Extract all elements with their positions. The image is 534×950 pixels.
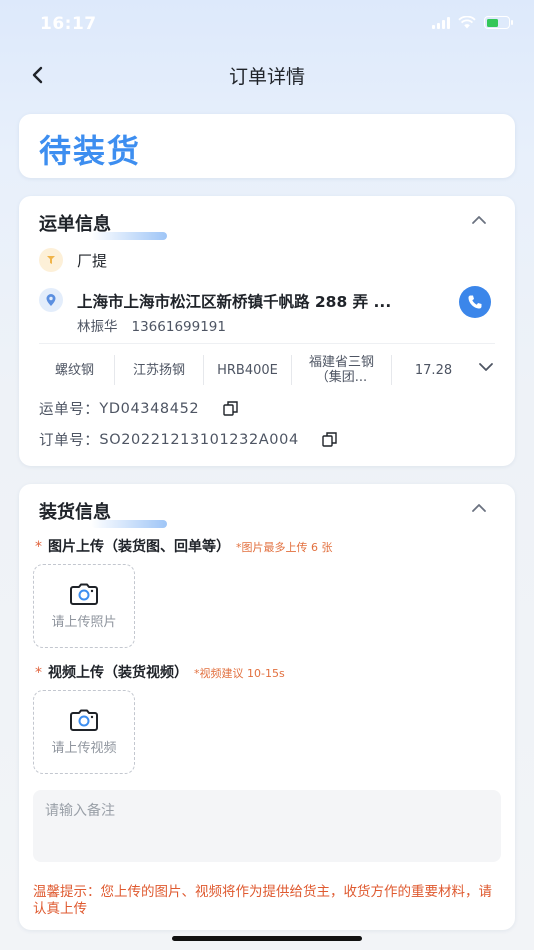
- order-status: 待装货: [39, 132, 142, 170]
- spec-item: 江苏扬钢: [115, 355, 204, 385]
- waybill-collapse-button[interactable]: [467, 208, 491, 232]
- spec-item: 螺纹钢: [35, 355, 115, 385]
- signal-icon: [432, 16, 450, 29]
- wifi-icon: [458, 16, 476, 29]
- copy-waybill-number-button[interactable]: [221, 400, 239, 418]
- contact-info: 林振华 13661699191: [77, 315, 226, 335]
- video-upload-label-text: 视频上传（装货视频）: [48, 665, 188, 681]
- loading-heading-text: 装货信息: [39, 502, 111, 523]
- required-mark: *: [35, 539, 42, 555]
- upload-photo-button[interactable]: 请上传照片: [33, 564, 135, 648]
- phone-icon: [468, 295, 482, 309]
- flag-icon: [39, 248, 63, 272]
- camera-icon: [70, 583, 98, 605]
- warm-tip: 温馨提示：您上传的图片、视频将作为提供给货主，收货方作的重要材料，请认真上传: [33, 884, 492, 917]
- image-upload-label-text: 图片上传（装货图、回单等）: [48, 539, 230, 555]
- order-number-row: 订单号： SO20221213101232A004: [39, 429, 339, 450]
- waybill-heading-text: 运单信息: [39, 214, 111, 235]
- contact-name: 林振华: [77, 319, 118, 335]
- destination-address: 上海市上海市松江区新桥镇千帆路 288 弄 ...: [77, 293, 392, 311]
- copy-icon: [322, 432, 337, 447]
- status-icons: [432, 16, 513, 29]
- upload-photo-text: 请上传照片: [51, 614, 117, 630]
- waybill-number: YD04348452: [99, 400, 200, 417]
- required-mark: *: [35, 665, 42, 681]
- camera-icon: [70, 709, 98, 731]
- spec-item: 福建省三钢（集团...: [292, 355, 392, 385]
- loading-collapse-button[interactable]: [467, 496, 491, 520]
- image-upload-label: * 图片上传（装货图、回单等） *图片最多上传 6 张: [35, 536, 333, 556]
- status-bar: 16:17: [0, 0, 534, 52]
- spec-item: HRB400E: [204, 355, 292, 385]
- divider: [39, 343, 495, 344]
- order-number: SO20221213101232A004: [99, 431, 299, 448]
- call-button[interactable]: [459, 286, 491, 318]
- spec-item: 17.28: [414, 362, 453, 378]
- home-indicator: [172, 936, 362, 941]
- upload-video-button[interactable]: 请上传视频: [33, 690, 135, 774]
- copy-icon: [223, 401, 238, 416]
- image-upload-hint: *图片最多上传 6 张: [236, 541, 333, 554]
- chevron-up-icon: [472, 216, 486, 224]
- order-number-label: 订单号：: [39, 433, 100, 449]
- battery-icon: [484, 16, 513, 29]
- status-time: 16:17: [40, 14, 97, 34]
- loading-heading: 装货信息: [39, 498, 167, 528]
- remark-input[interactable]: [33, 790, 501, 862]
- chevron-down-icon: [479, 363, 493, 371]
- chevron-up-icon: [472, 504, 486, 512]
- waybill-number-label: 运单号：: [39, 402, 100, 418]
- contact-phone: 13661699191: [131, 319, 226, 335]
- loading-info-card: 装货信息 * 图片上传（装货图、回单等） *图片最多上传 6 张 请上传照片 *…: [19, 484, 515, 930]
- video-upload-label: * 视频上传（装货视频） *视频建议 10-15s: [35, 662, 285, 682]
- waybill-number-row: 运单号： YD04348452: [39, 398, 239, 419]
- copy-order-number-button[interactable]: [321, 431, 339, 449]
- waybill-info-card: 运单信息 厂提 上海市上海市松江区新桥镇千帆路 288 弄 ... 林振华 136…: [19, 196, 515, 466]
- cargo-specs: 螺纹钢 江苏扬钢 HRB400E 福建省三钢（集团... 17.28: [35, 354, 475, 386]
- video-upload-hint: *视频建议 10-15s: [194, 667, 285, 680]
- nav-bar: 订单详情: [0, 52, 534, 98]
- upload-video-text: 请上传视频: [51, 740, 117, 756]
- page-title: 订单详情: [228, 66, 305, 88]
- specs-expand-button[interactable]: [475, 356, 497, 378]
- origin-text: 厂提: [77, 252, 108, 270]
- waybill-heading: 运单信息: [39, 210, 167, 240]
- location-pin-icon: [39, 288, 63, 312]
- order-status-card: 待装货: [19, 114, 515, 178]
